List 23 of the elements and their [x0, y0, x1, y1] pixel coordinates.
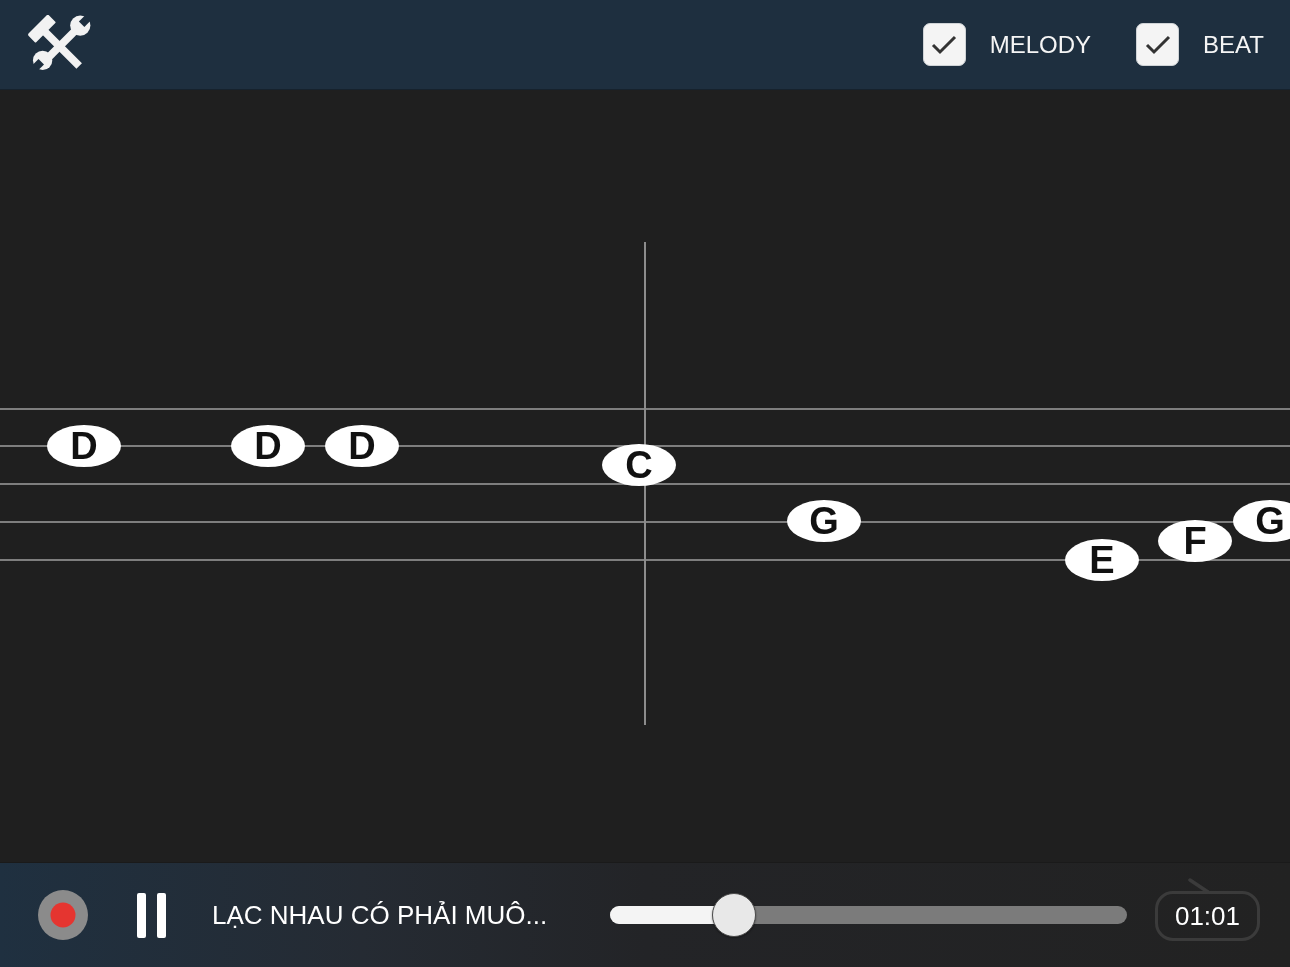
pause-icon: [137, 892, 167, 938]
record-button[interactable]: [38, 890, 88, 940]
note: D: [231, 425, 305, 467]
play-pause-button[interactable]: [137, 892, 167, 938]
checkmark-icon: [1144, 34, 1171, 55]
slider-thumb[interactable]: [712, 893, 757, 937]
checkbox-label[interactable]: MELODY: [989, 30, 1092, 59]
note: E: [1065, 539, 1139, 581]
record-icon: [38, 890, 88, 940]
song-title: LẠC NHAU CÓ PHẢI MUÔ...: [212, 899, 549, 931]
note: F: [1158, 520, 1232, 562]
note: G: [1233, 500, 1290, 542]
checkbox-label[interactable]: BEAT: [1203, 30, 1264, 59]
checkmark-icon: [931, 34, 958, 55]
note: D: [47, 425, 121, 467]
checkbox[interactable]: [1136, 23, 1180, 66]
note: G: [787, 500, 861, 542]
note: C: [602, 444, 676, 486]
note: D: [325, 425, 399, 467]
tools-icon[interactable]: [28, 14, 92, 71]
checkbox[interactable]: [922, 23, 966, 66]
repeat-button[interactable]: 01:01: [1155, 891, 1260, 941]
arrowhead-icon: [1188, 878, 1210, 894]
